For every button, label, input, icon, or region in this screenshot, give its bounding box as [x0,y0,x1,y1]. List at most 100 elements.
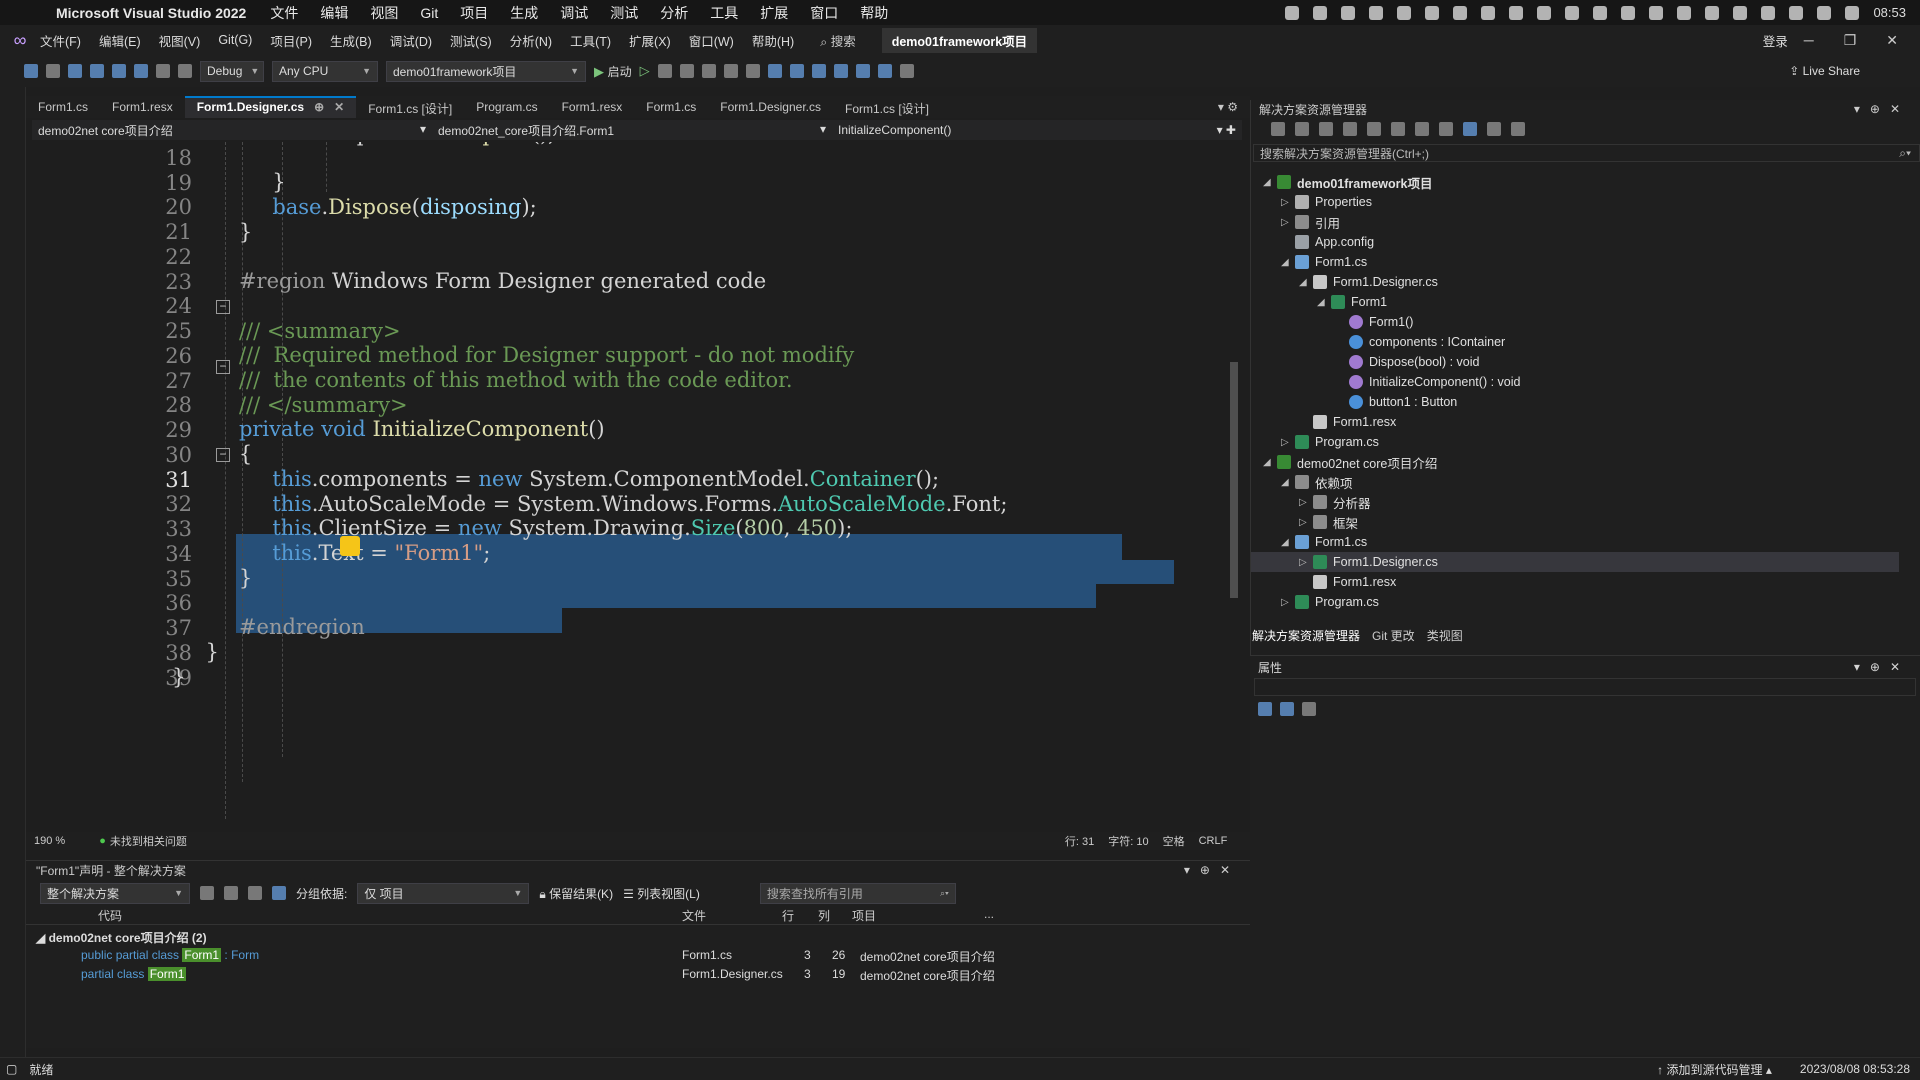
scope-dropdown[interactable]: 整个解决方案 ▼ [40,882,190,904]
group-by-dropdown[interactable]: 仅 项目 ▼ [357,882,530,904]
search-button[interactable]: ⌕ 搜索 [820,31,856,50]
expand-arrow-icon[interactable]: ▷ [1281,437,1295,448]
zoom-level[interactable]: 190 % [34,835,65,847]
tab-form1-designer-cs-active[interactable]: Form1.Designer.cs ⊕ ✕ [184,96,357,118]
col-line[interactable]: 行 [782,907,794,924]
menu-build[interactable]: 生成(B) [330,31,372,50]
tree-node[interactable]: ◢ Form1.Designer.cs [1251,272,1899,292]
restore-icon[interactable]: ❐ [1844,32,1857,49]
tree-node[interactable]: ◢ Form1 [1251,292,1899,312]
minimize-icon[interactable]: ─ [1804,32,1814,49]
switch-views-icon[interactable] [1343,122,1357,136]
menu-window[interactable]: 窗口(W) [689,31,734,50]
tray-app-icon[interactable] [1621,5,1636,20]
col-project[interactable]: 项目 [852,907,876,924]
tree-node[interactable]: ▷ Program.cs [1251,432,1899,452]
app-name[interactable]: Microsoft Visual Studio 2022 [56,5,246,21]
uncomment-icon[interactable] [877,64,892,78]
sync-icon[interactable] [1391,122,1405,136]
redo-icon[interactable] [178,64,192,78]
tray-app-icon[interactable] [1537,5,1552,20]
hot-reload-icon[interactable] [657,64,672,78]
step-out-icon[interactable] [811,64,826,78]
tab-class-view[interactable]: 类视图 [1427,627,1463,645]
tray-app-icon[interactable] [1705,5,1720,20]
tray-app-icon[interactable] [1481,5,1496,20]
tray-app-icon[interactable] [1425,5,1440,20]
eol-indicator[interactable]: CRLF [1199,835,1228,847]
pending-changes-icon[interactable] [1367,122,1381,136]
menu-extensions[interactable]: 扩展(X) [629,31,671,50]
expand-arrow-icon[interactable]: ◢ [1281,537,1295,548]
tray-app-icon[interactable] [1509,5,1524,20]
back-icon[interactable] [24,64,38,78]
filter-icon[interactable] [272,886,286,900]
menu-edit[interactable]: 编辑(E) [99,31,141,50]
menu-file[interactable]: 文件(F) [40,31,81,50]
browser-link-icon[interactable] [679,64,694,78]
bookmark-icon[interactable] [899,64,914,78]
expand-arrow-icon[interactable]: ▷ [1281,197,1295,208]
tree-node[interactable]: ◢ 依赖项 [1251,472,1899,492]
tab-form1-cs[interactable]: Form1.cs [26,96,100,118]
back-icon[interactable] [1271,122,1285,136]
volume-icon[interactable] [1761,5,1776,20]
expand-arrow-icon[interactable]: ▷ [1281,597,1295,608]
login-button[interactable]: 登录 [1763,31,1788,50]
editor-vertical-scrollbar[interactable] [1226,142,1242,832]
tab-form1-resx[interactable]: Form1.resx [100,96,185,118]
tab-form1-resx-2[interactable]: Form1.resx [550,96,635,118]
tree-node[interactable]: ◢ demo02net core项目介绍 [1251,452,1899,472]
collapse-all-icon[interactable] [1415,122,1429,136]
mac-menu-project[interactable]: 项目 [460,3,488,23]
new-project-icon[interactable] [68,64,82,78]
clock[interactable]: 08:53 [1873,5,1906,20]
forward-icon[interactable] [1295,122,1309,136]
tree-node[interactable]: ◢ demo01framework项目 [1251,172,1899,192]
restart-icon[interactable] [745,64,760,78]
step-over-icon[interactable] [789,64,804,78]
mac-menu-extensions[interactable]: 扩展 [760,3,788,23]
start-button[interactable]: ▶ 启动 [594,63,632,80]
tree-node[interactable]: ▷ Program.cs [1251,592,1899,612]
tree-node[interactable]: Form1.resx [1251,572,1899,592]
step-into-icon[interactable] [767,64,782,78]
panel-window-controls-icon[interactable]: ▾⊕✕ [1184,863,1240,877]
tree-node[interactable]: ◢ Form1.cs [1251,532,1899,552]
tab-solution-explorer[interactable]: 解决方案资源管理器 [1252,627,1360,645]
tree-node[interactable]: ◢ Form1.cs [1251,252,1899,272]
tree-node[interactable]: InitializeComponent() : void [1251,372,1899,392]
tab-form1-design[interactable]: Form1.cs [设计] [356,96,464,118]
property-pages-icon[interactable] [1302,702,1316,716]
tray-app-icon[interactable] [1397,5,1412,20]
properties-icon[interactable] [1487,122,1501,136]
reference-row[interactable]: partial class Form1 Form1.Designer.cs 3 … [26,967,1250,988]
tab-git-changes[interactable]: Git 更改 [1372,627,1415,645]
expand-arrow-icon[interactable]: ◢ [1281,257,1295,268]
expand-arrow-icon[interactable]: ▷ [1299,557,1313,568]
close-icon[interactable]: ✕ [1886,32,1898,49]
tray-app-icon[interactable] [1565,5,1580,20]
tree-node[interactable]: Dispose(bool) : void [1251,352,1899,372]
pin-icon[interactable]: ⊕ [314,100,324,114]
tray-app-icon[interactable] [1369,5,1384,20]
mac-menu-window[interactable]: 窗口 [810,3,838,23]
tree-node[interactable]: App.config [1251,232,1899,252]
tree-node[interactable]: components : IContainer [1251,332,1899,352]
references-search-box[interactable]: 搜索查找所有引用 ⌕▾ [759,882,956,904]
close-tab-icon[interactable]: ✕ [334,100,344,114]
keep-results-button[interactable]: 🔒︎ 保留结果(K) [539,885,613,902]
save-all-icon[interactable] [134,64,148,78]
col-col[interactable]: 列 [818,907,830,924]
expand-arrow-icon[interactable]: ▷ [1299,517,1313,528]
col-file[interactable]: 文件 [682,907,706,924]
tree-node[interactable]: Form1() [1251,312,1899,332]
whitespace-indicator[interactable]: 空格 [1163,833,1185,849]
undo-icon[interactable] [156,64,170,78]
tree-node[interactable]: Form1.resx [1251,412,1899,432]
search-icon[interactable] [1817,5,1832,20]
expand-all-icon[interactable] [224,886,238,900]
tray-app-icon[interactable] [1341,5,1356,20]
save-icon[interactable] [112,64,126,78]
breakpoint-icon[interactable] [833,64,848,78]
